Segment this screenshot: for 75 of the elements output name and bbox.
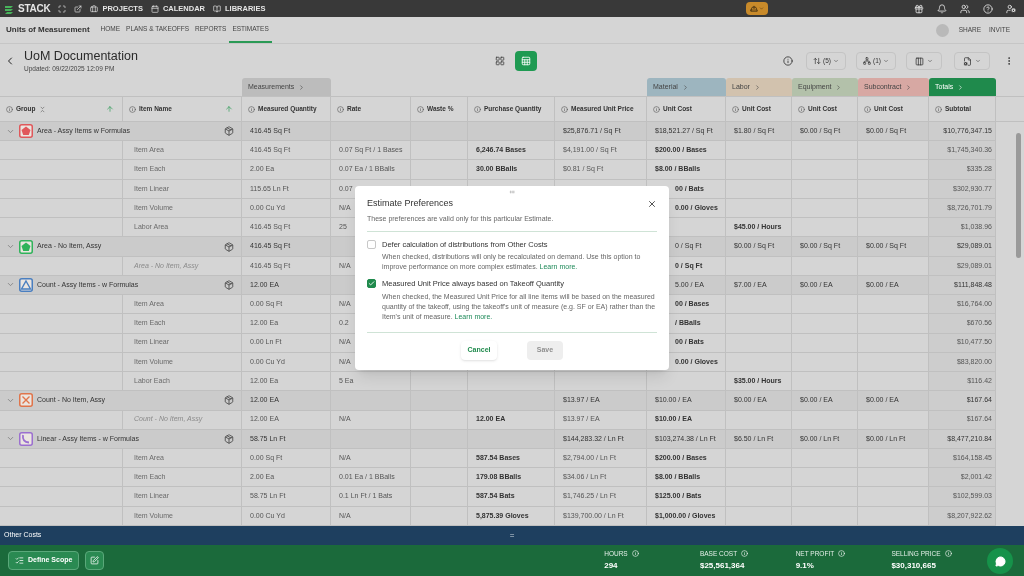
columns-icon	[915, 56, 924, 66]
chevron-right-icon	[298, 83, 306, 91]
users-icon[interactable]	[960, 3, 970, 14]
stat-value: 9.1%	[795, 560, 815, 573]
stat-value: 294	[604, 560, 619, 573]
table-icon	[521, 56, 531, 66]
chevron-right-icon	[835, 83, 843, 91]
logo-icon	[4, 3, 14, 14]
edit-button[interactable]	[85, 551, 105, 570]
settings-button[interactable]	[954, 52, 990, 70]
table-view-button[interactable]	[515, 51, 537, 71]
stat-value: $25,561,364	[699, 560, 746, 573]
chevron-right-icon	[905, 83, 913, 91]
chevron-right-icon	[681, 83, 689, 91]
info-icon[interactable]	[561, 105, 568, 113]
info-icon[interactable]	[417, 105, 424, 113]
caret-icon	[759, 6, 764, 11]
project-name: Units of Measurement	[6, 24, 90, 36]
help-icon[interactable]	[983, 3, 993, 14]
info-icon[interactable]	[6, 105, 13, 113]
chevron-right-icon	[753, 83, 761, 91]
logo[interactable]: STACK	[18, 1, 51, 16]
caret-icon	[883, 58, 889, 64]
hard-hat-icon	[750, 4, 758, 13]
bell-icon[interactable]	[937, 3, 947, 14]
info-icon[interactable]	[129, 105, 136, 113]
gift-icon[interactable]	[914, 3, 924, 14]
info-icon[interactable]	[337, 105, 344, 113]
info-icon[interactable]	[864, 105, 871, 113]
caret-icon	[833, 58, 840, 64]
caret-icon	[975, 58, 981, 64]
checkbox[interactable]	[367, 240, 376, 249]
box-icon[interactable]	[224, 433, 234, 444]
columns-button[interactable]	[906, 52, 942, 70]
hard-hat-button[interactable]	[746, 2, 768, 15]
stat-value: $30,310,665	[891, 560, 937, 573]
calendar-icon	[150, 4, 159, 13]
drag-handle[interactable]: =	[509, 529, 515, 542]
hierarchy-icon	[863, 57, 872, 65]
checkbox[interactable]	[367, 279, 376, 289]
close-button[interactable]	[647, 198, 657, 209]
grid-icon	[495, 56, 505, 66]
external-link-icon[interactable]	[74, 4, 83, 13]
sort-arrow-icon[interactable]	[106, 105, 114, 113]
info-icon	[783, 56, 794, 66]
check-icon	[368, 280, 375, 288]
collapse-icon[interactable]	[38, 105, 46, 113]
dialog-title: Estimate Preferences	[367, 197, 454, 210]
expand-toggle[interactable]	[6, 242, 15, 251]
box-icon[interactable]	[224, 280, 234, 290]
chat-icon	[994, 555, 1006, 567]
info-icon[interactable]	[474, 105, 481, 113]
drag-handle-icon[interactable]	[508, 189, 516, 195]
book-icon	[213, 4, 221, 13]
box-icon[interactable]	[224, 241, 234, 252]
fullscreen-icon[interactable]	[58, 4, 67, 13]
page-title: UoM Documentation	[24, 48, 139, 64]
info-icon[interactable]	[732, 105, 739, 113]
chevron-right-icon	[957, 83, 965, 91]
sort-arrow-icon[interactable]	[225, 105, 233, 113]
chat-button[interactable]	[987, 548, 1013, 574]
box-icon[interactable]	[224, 126, 234, 137]
pencil-icon	[90, 556, 100, 565]
caret-icon	[927, 58, 933, 64]
close-icon	[647, 198, 657, 209]
info-icon[interactable]	[653, 105, 660, 113]
info-icon[interactable]	[248, 105, 255, 113]
briefcase-icon	[90, 4, 99, 13]
file-settings-icon	[963, 56, 972, 66]
checklist-icon	[15, 556, 24, 565]
sort-icon	[813, 57, 822, 65]
info-icon[interactable]	[935, 105, 942, 113]
user-settings-icon[interactable]	[1006, 3, 1016, 14]
box-icon[interactable]	[224, 395, 234, 406]
info-icon[interactable]	[798, 105, 805, 113]
